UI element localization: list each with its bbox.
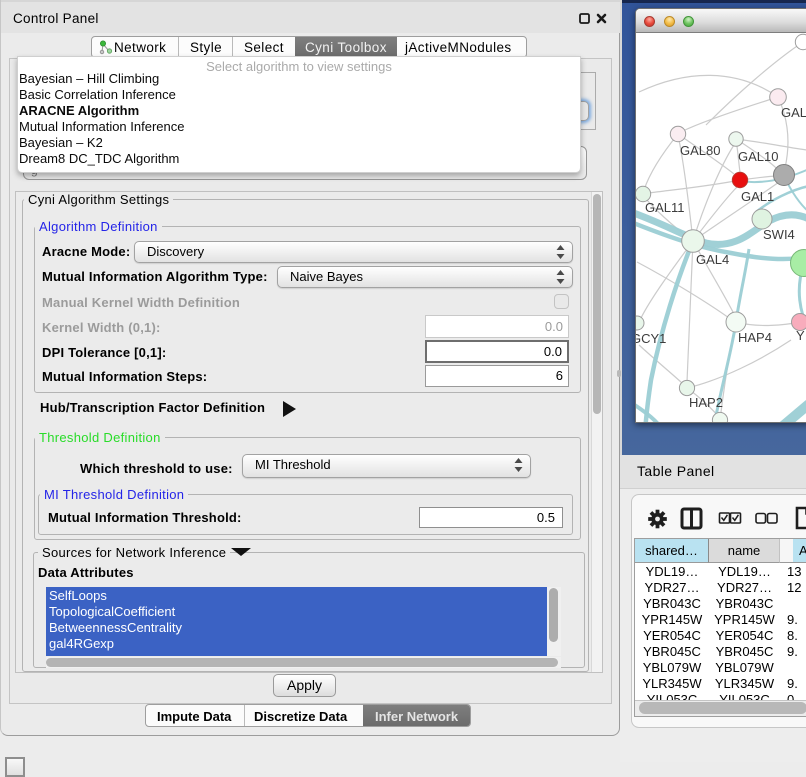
svg-text:GAL80: GAL80	[680, 143, 720, 158]
svg-text:Y: Y	[796, 328, 805, 343]
svg-text:GAL7: GAL7	[781, 105, 806, 120]
svg-text:GAL10: GAL10	[738, 149, 778, 164]
svg-text:HAP2: HAP2	[689, 395, 723, 410]
svg-text:HAP4: HAP4	[738, 330, 772, 345]
svg-text:SWI4: SWI4	[763, 227, 795, 242]
svg-text:GAL1: GAL1	[741, 189, 774, 204]
svg-text:GCY1: GCY1	[636, 331, 666, 346]
svg-text:GAL11: GAL11	[645, 200, 685, 215]
svg-text:GAL4: GAL4	[696, 252, 729, 267]
